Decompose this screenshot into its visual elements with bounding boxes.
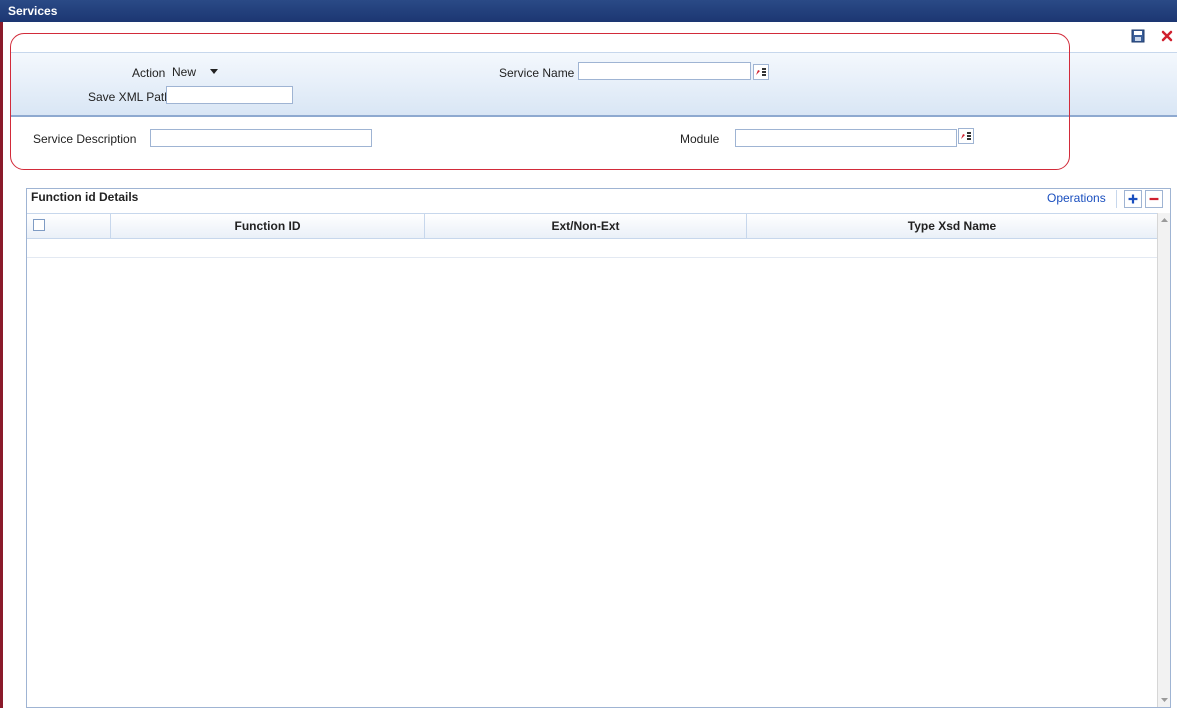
close-icon[interactable] bbox=[1160, 29, 1174, 43]
chevron-down-icon bbox=[210, 69, 218, 74]
service-name-label: Service Name bbox=[499, 66, 575, 80]
column-header-function-id[interactable]: Function ID bbox=[111, 219, 424, 233]
toolbar-divider bbox=[1116, 190, 1117, 208]
grid-header-row: Function ID Ext/Non-Ext Type Xsd Name bbox=[27, 213, 1157, 239]
function-id-grid bbox=[26, 188, 1171, 708]
select-all-checkbox[interactable] bbox=[33, 219, 45, 231]
add-row-button[interactable] bbox=[1124, 190, 1142, 208]
lov-lookup-icon[interactable] bbox=[753, 64, 769, 80]
scroll-up-icon[interactable] bbox=[1160, 216, 1169, 225]
save-xml-path-label: Save XML Path bbox=[88, 90, 171, 104]
window-title: Services bbox=[8, 4, 58, 18]
action-label: Action bbox=[132, 66, 166, 80]
service-name-input[interactable] bbox=[578, 62, 751, 80]
grid-title: Function id Details bbox=[31, 190, 139, 204]
service-description-input[interactable] bbox=[150, 129, 372, 147]
column-header-ext-non-ext[interactable]: Ext/Non-Ext bbox=[425, 219, 746, 233]
window-titlebar: Services bbox=[0, 0, 1177, 22]
save-icon[interactable] bbox=[1131, 29, 1145, 43]
service-description-label: Service Description bbox=[33, 132, 137, 146]
column-header-type-xsd-name[interactable]: Type Xsd Name bbox=[747, 219, 1157, 233]
action-select[interactable]: New bbox=[168, 63, 222, 81]
left-border bbox=[0, 22, 3, 708]
module-input[interactable] bbox=[735, 129, 957, 147]
lov-lookup-icon[interactable] bbox=[958, 128, 974, 144]
module-label: Module bbox=[680, 132, 720, 146]
grid-scrollbar[interactable] bbox=[1157, 213, 1170, 707]
empty-grid-row bbox=[27, 257, 1157, 258]
action-select-value: New bbox=[172, 65, 197, 79]
save-xml-path-input[interactable] bbox=[166, 86, 293, 104]
operations-link[interactable]: Operations bbox=[1047, 191, 1106, 205]
scroll-down-icon[interactable] bbox=[1160, 695, 1169, 704]
remove-row-button[interactable] bbox=[1145, 190, 1163, 208]
